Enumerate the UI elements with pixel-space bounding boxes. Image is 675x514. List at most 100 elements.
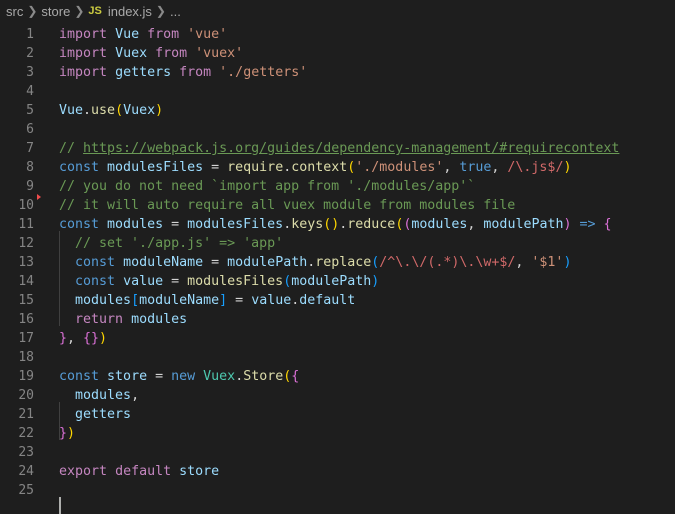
code-line[interactable]: 17}, {}) <box>0 329 675 348</box>
code-token: ) <box>99 331 108 346</box>
code-token: = <box>203 160 228 175</box>
line-number: 25 <box>18 483 34 498</box>
code-token: store <box>179 464 220 479</box>
text-cursor <box>59 497 61 514</box>
code-line[interactable]: 10 // it will auto require all vuex modul… <box>0 196 675 215</box>
code-token: return <box>75 312 124 327</box>
code-text: import getters from './getters' <box>59 63 307 82</box>
code-line[interactable]: 15 modules[moduleName] = value.default <box>0 291 675 310</box>
code-token: const <box>59 217 100 232</box>
code-token: ) <box>155 103 164 118</box>
code-token: /^\.\/(.*)\.\w+$/ <box>379 255 516 270</box>
code-line[interactable]: 18 <box>0 348 675 367</box>
code-token: Vue <box>115 27 140 42</box>
code-token: moduleName <box>123 255 204 270</box>
code-token: ) <box>563 255 572 270</box>
code-token: /\.js$/ <box>507 160 564 175</box>
code-line[interactable]: 4 <box>0 82 675 101</box>
code-token: value <box>251 293 292 308</box>
code-text: const store = new Vuex.Store({ <box>59 367 299 386</box>
code-line[interactable]: 5 Vue.use(Vuex) <box>0 101 675 120</box>
code-token: // <box>59 141 84 156</box>
code-token: ) <box>563 160 572 175</box>
code-editor[interactable]: 1 import Vue from 'vue' 2 import Vuex from … <box>0 22 675 514</box>
code-line[interactable]: 2 import Vuex from 'vuex' <box>0 44 675 63</box>
code-token: modulePath <box>291 274 372 289</box>
code-token: modules <box>75 388 132 403</box>
code-token: ) <box>371 274 380 289</box>
code-line[interactable]: 12 // set './app.js' => 'app' <box>0 234 675 253</box>
code-token: modules <box>411 217 468 232</box>
code-token: . <box>235 369 244 384</box>
code-line[interactable]: 9 // you do not need `import app from './… <box>0 177 675 196</box>
code-token: {} <box>83 331 100 346</box>
code-token: from <box>147 27 180 42</box>
code-token: , <box>131 388 140 403</box>
code-token: reduce <box>347 217 396 232</box>
code-line[interactable]: 7 // https://webpack.js.org/guides/depend… <box>0 139 675 158</box>
code-line[interactable]: 6 <box>0 120 675 139</box>
code-line[interactable]: 19 const store = new Vuex.Store({ <box>0 367 675 386</box>
code-token: } <box>59 331 68 346</box>
code-token: modules <box>75 293 132 308</box>
code-text: // it will auto require all vuex module … <box>59 196 515 215</box>
code-line[interactable]: 11 const modules = modulesFiles.keys().re… <box>0 215 675 234</box>
code-line[interactable]: 8 const modulesFiles = require.context('.… <box>0 158 675 177</box>
line-number: 18 <box>18 350 34 365</box>
breadcrumb-item-file[interactable]: index.js <box>108 4 152 19</box>
breadcrumb-item-store[interactable]: store <box>41 4 70 19</box>
javascript-file-icon: JS <box>88 5 102 17</box>
code-token: modulePath <box>227 255 308 270</box>
breadcrumb-item-src[interactable]: src <box>6 4 23 19</box>
code-token: modulesFiles <box>187 217 284 232</box>
code-token: // it will auto require all vuex module … <box>59 198 516 213</box>
line-number: 4 <box>26 84 34 99</box>
code-token: getters <box>115 65 172 80</box>
code-token: true <box>459 160 492 175</box>
code-token: , <box>67 331 84 346</box>
code-line[interactable]: 22}) <box>0 424 675 443</box>
code-line[interactable]: 14 const value = modulesFiles(modulePath… <box>0 272 675 291</box>
code-line[interactable]: 1 import Vue from 'vue' <box>0 25 675 44</box>
code-line[interactable]: 25 <box>0 481 675 500</box>
code-line[interactable]: 23 <box>0 443 675 462</box>
code-token: modules <box>131 312 188 327</box>
code-token: const <box>75 274 116 289</box>
line-number: 8 <box>26 160 34 175</box>
code-token: // you do not need `import app from './m… <box>59 179 476 194</box>
code-token: [ <box>131 293 140 308</box>
breadcrumb-ellipsis[interactable]: ... <box>170 4 181 19</box>
code-line[interactable]: 20 modules, <box>0 386 675 405</box>
code-text: const modulesFiles = require.context('./… <box>59 158 571 177</box>
code-line[interactable]: 16 return modules <box>0 310 675 329</box>
code-token: https://webpack.js.org/guides/dependency… <box>83 141 620 156</box>
line-number: 13 <box>18 255 34 270</box>
code-token: => <box>579 217 596 232</box>
code-token: ) <box>563 217 572 232</box>
line-number: 7 <box>26 141 34 156</box>
code-line[interactable]: 13 const moduleName = modulePath.replace… <box>0 253 675 272</box>
code-line[interactable]: 21 getters <box>0 405 675 424</box>
code-text: modules[moduleName] = value.default <box>59 291 355 310</box>
chevron-right-icon: ❯ <box>27 4 38 18</box>
code-line[interactable]: 24 export default store <box>0 462 675 481</box>
code-token: import <box>59 65 108 80</box>
code-text: // https://webpack.js.org/guides/depende… <box>59 139 619 158</box>
code-token: ( <box>115 103 124 118</box>
code-token: , <box>467 217 484 232</box>
line-number: 22 <box>18 426 34 441</box>
code-token: keys <box>291 217 324 232</box>
code-text: return modules <box>59 310 187 329</box>
code-line[interactable]: 3 import getters from './getters' <box>0 63 675 82</box>
